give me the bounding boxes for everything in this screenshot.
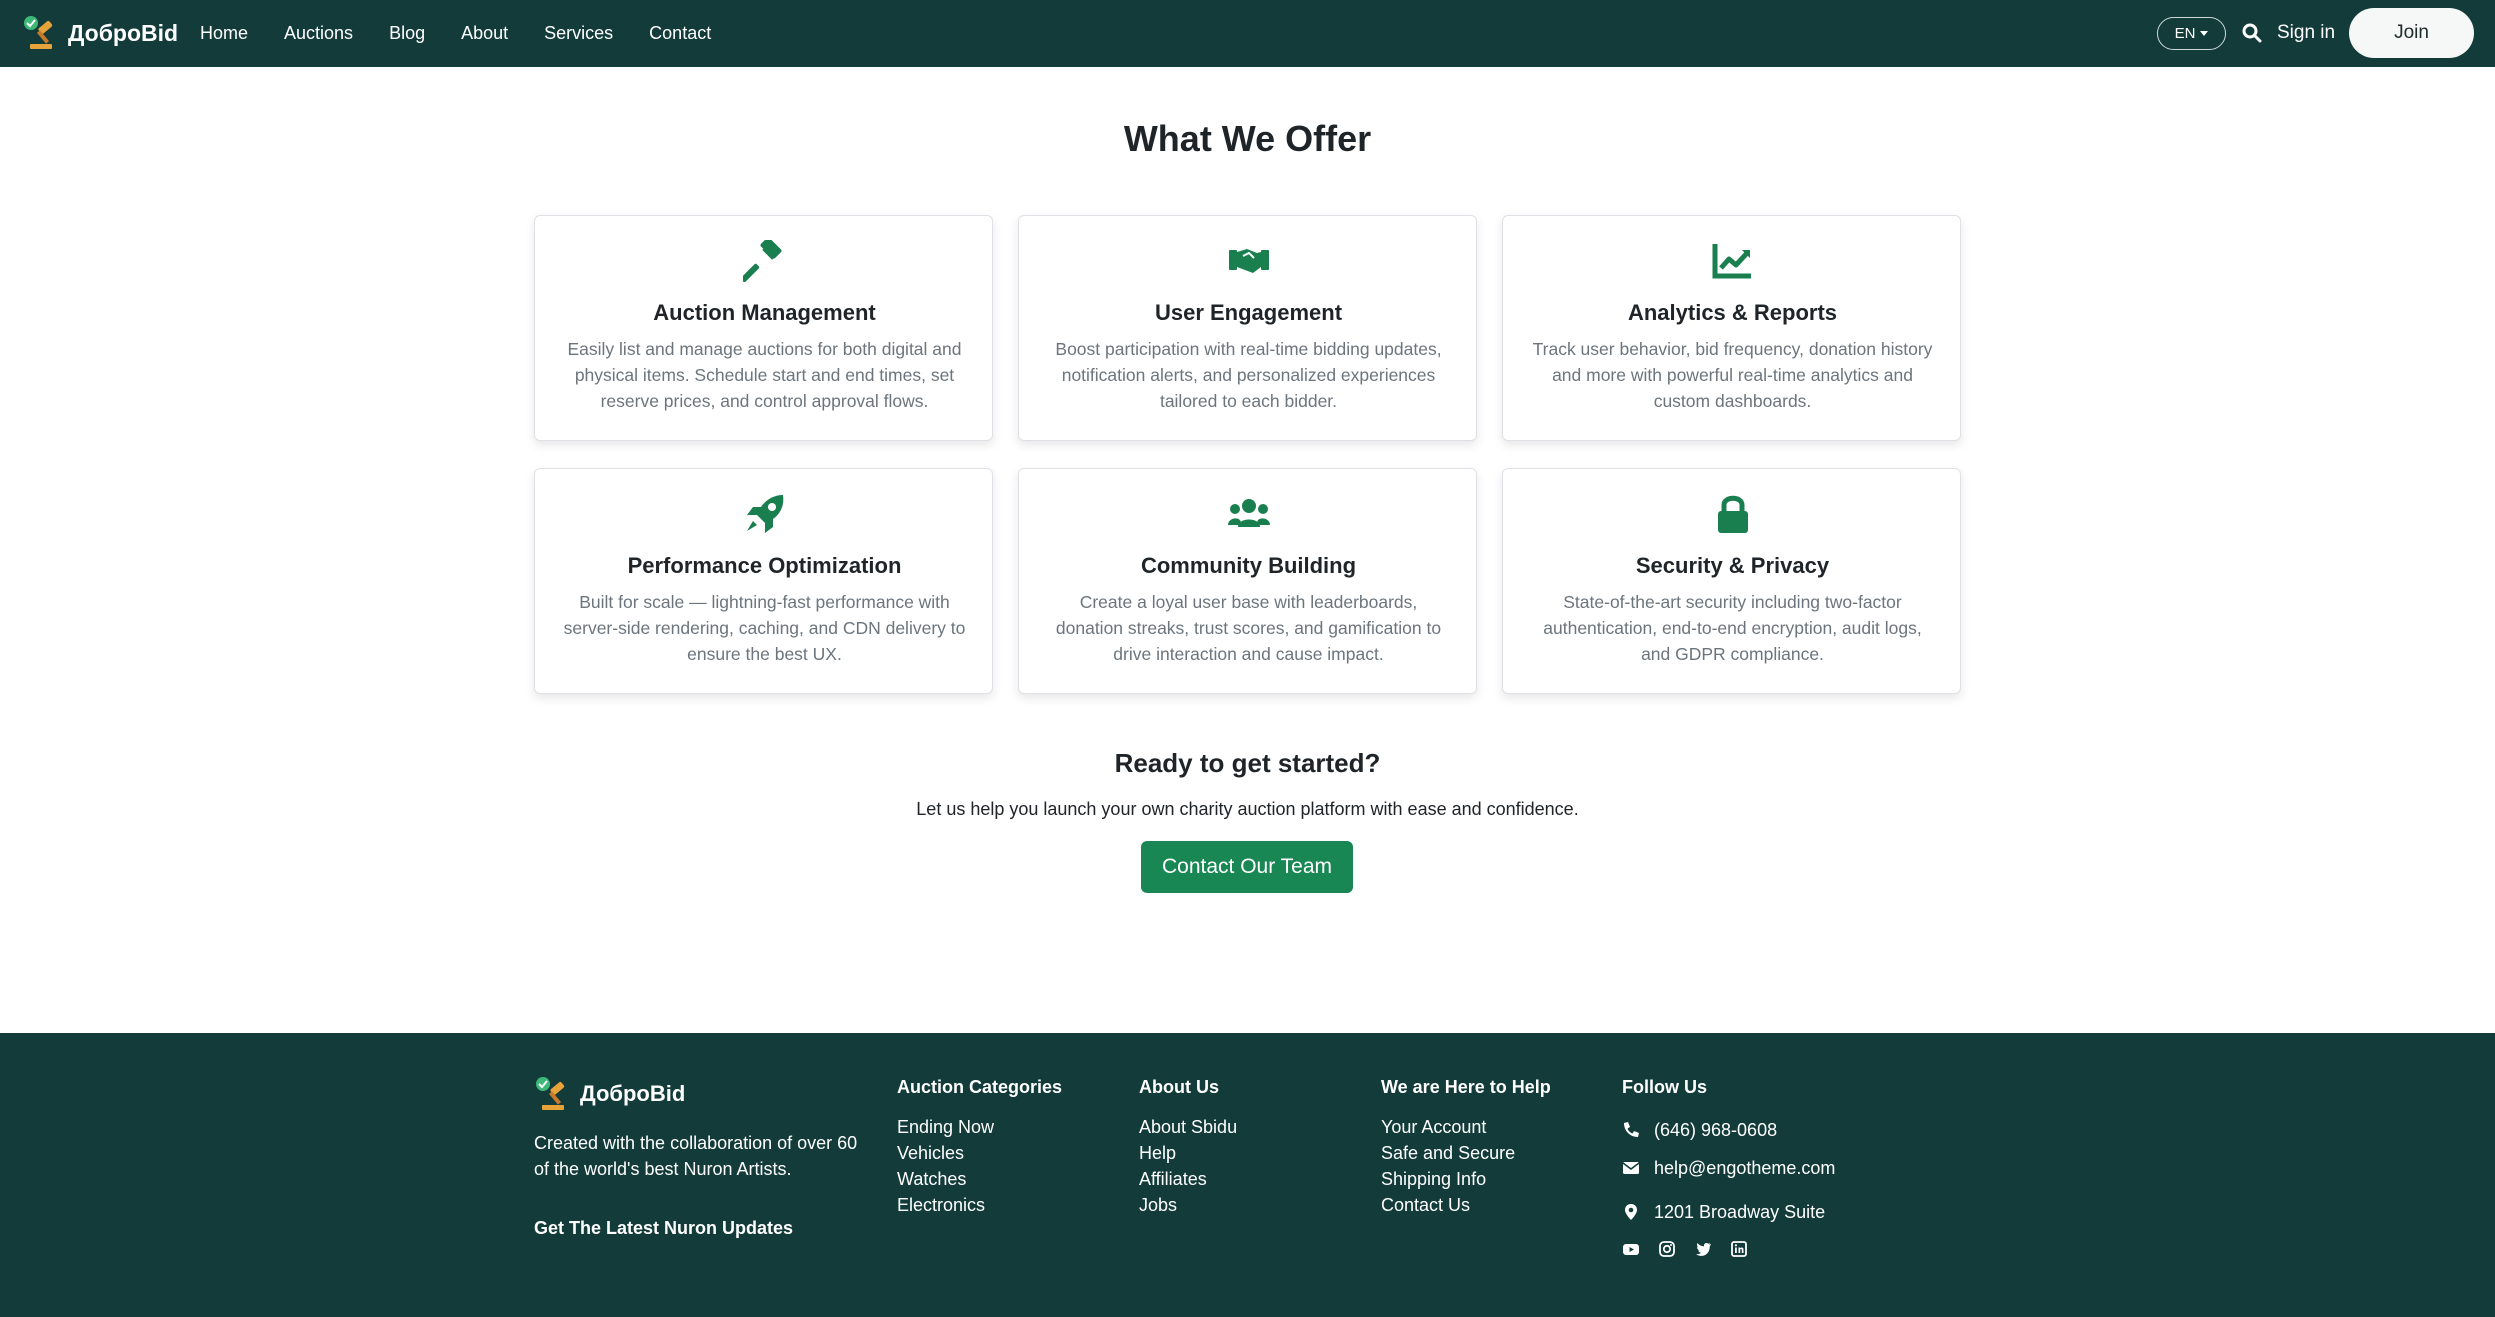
footer-follow-us: Follow Us (646) 968-0608 help@engotheme.…: [1622, 1077, 1835, 1258]
offer-card-community-building: Community Building Create a loyal user b…: [1018, 468, 1477, 694]
language-label: EN: [2174, 25, 2196, 42]
top-navbar: ДоброBid Home Auctions Blog About Servic…: [0, 0, 2495, 67]
footer-email[interactable]: help@engotheme.com: [1622, 1146, 1835, 1190]
footer-column-title: We are Here to Help: [1381, 1077, 1551, 1097]
footer-link-watches[interactable]: Watches: [897, 1166, 1062, 1192]
youtube-icon[interactable]: [1622, 1240, 1640, 1258]
nav-link-blog[interactable]: Blog: [389, 23, 425, 44]
phone-number: (646) 968-0608: [1654, 1119, 1778, 1140]
section-title: What We Offer: [1123, 118, 1372, 159]
card-title: Community Building: [1140, 553, 1357, 578]
lock-icon: [1717, 495, 1748, 533]
cta-title: Ready to get started?: [1114, 748, 1381, 778]
chart-line-icon: [1712, 244, 1751, 279]
footer-link-your-account[interactable]: Your Account: [1381, 1114, 1551, 1140]
nav-link-auctions[interactable]: Auctions: [284, 23, 353, 44]
linkedin-icon[interactable]: [1730, 1240, 1748, 1258]
site-footer: ДоброBid Created with the collaboration …: [0, 1033, 2495, 1317]
language-dropdown[interactable]: EN: [2157, 17, 2226, 50]
nav-link-about[interactable]: About: [461, 23, 508, 44]
footer-brand-name: ДоброBid: [580, 1081, 686, 1106]
footer-column-title: Follow Us: [1622, 1077, 1707, 1097]
social-links: [1622, 1240, 1835, 1258]
card-title: Performance Optimization: [627, 553, 902, 578]
offer-card-analytics-reports: Analytics & Reports Track user behavior,…: [1502, 215, 1961, 441]
footer-column-help: We are Here to Help Your Account Safe an…: [1381, 1077, 1551, 1218]
footer-link-safe-secure[interactable]: Safe and Secure: [1381, 1140, 1551, 1166]
users-icon: [1227, 499, 1270, 527]
offer-card-performance-optimization: Performance Optimization Built for scale…: [534, 468, 993, 694]
street-address: 1201 Broadway Suite: [1654, 1201, 1826, 1222]
card-description: Create a loyal user base with leaderboar…: [1055, 592, 1442, 664]
handshake-icon: [1228, 249, 1269, 273]
footer-column-auction-categories: Auction Categories Ending Now Vehicles W…: [897, 1077, 1062, 1218]
brand-logo-link[interactable]: ДоброBid: [22, 14, 178, 52]
instagram-icon[interactable]: [1658, 1240, 1676, 1258]
email-address: help@engotheme.com: [1654, 1157, 1836, 1178]
rocket-icon: [746, 495, 783, 533]
nav-link-services[interactable]: Services: [544, 23, 613, 44]
card-description: State-of-the-art security including two-…: [1543, 592, 1922, 664]
card-title: Analytics & Reports: [1627, 300, 1838, 325]
twitter-icon[interactable]: [1694, 1240, 1712, 1258]
footer-link-vehicles[interactable]: Vehicles: [897, 1140, 1062, 1166]
sign-in-link[interactable]: Sign in: [2277, 22, 2335, 44]
envelope-icon: [1622, 1162, 1640, 1174]
footer-link-shipping-info[interactable]: Shipping Info: [1381, 1166, 1551, 1192]
cta-text: Let us help you launch your own charity …: [916, 799, 1579, 819]
card-description: Built for scale — lightning-fast perform…: [563, 592, 966, 664]
footer-address: 1201 Broadway Suite: [1622, 1190, 1835, 1234]
footer-updates-heading: Get The Latest Nuron Updates: [534, 1218, 794, 1238]
join-button[interactable]: Join: [2349, 8, 2474, 58]
gavel-logo-icon: [24, 16, 53, 49]
map-pin-icon: [1625, 1204, 1637, 1220]
footer-column-title: Auction Categories: [897, 1077, 1063, 1097]
phone-icon: [1624, 1122, 1639, 1137]
footer-link-ending-now[interactable]: Ending Now: [897, 1114, 1062, 1140]
nav-link-home[interactable]: Home: [200, 23, 248, 44]
main-nav: Home Auctions Blog About Services Contac…: [200, 0, 747, 67]
footer-description: Created with the collaboration of over 6…: [534, 1133, 858, 1179]
card-title: Security & Privacy: [1635, 553, 1830, 578]
footer-brand[interactable]: ДоброBid: [534, 1075, 685, 1113]
footer-link-contact-us[interactable]: Contact Us: [1381, 1192, 1551, 1218]
footer-link-jobs[interactable]: Jobs: [1139, 1192, 1237, 1218]
footer-link-affiliates[interactable]: Affiliates: [1139, 1166, 1237, 1192]
search-icon[interactable]: [2242, 23, 2262, 43]
contact-team-button[interactable]: Contact Our Team: [1141, 841, 1353, 893]
nav-link-contact[interactable]: Contact: [649, 23, 711, 44]
offer-card-user-engagement: User Engagement Boost participation with…: [1018, 215, 1477, 441]
card-description: Boost participation with real-time biddi…: [1055, 339, 1442, 411]
footer-link-about-sbidu[interactable]: About Sbidu: [1139, 1114, 1237, 1140]
card-description: Track user behavior, bid frequency, dona…: [1532, 339, 1933, 411]
offer-card-auction-management: Auction Management Easily list and manag…: [534, 215, 993, 441]
footer-column-about-us: About Us About Sbidu Help Affiliates Job…: [1139, 1077, 1237, 1218]
card-title: Auction Management: [653, 300, 876, 325]
card-description: Easily list and manage auctions for both…: [567, 339, 962, 411]
footer-phone[interactable]: (646) 968-0608: [1622, 1114, 1835, 1146]
caret-down-icon: [2200, 31, 2209, 36]
footer-link-help[interactable]: Help: [1139, 1140, 1237, 1166]
gavel-icon: [742, 240, 781, 282]
card-title: User Engagement: [1154, 300, 1343, 325]
footer-link-electronics[interactable]: Electronics: [897, 1192, 1062, 1218]
footer-column-title: About Us: [1139, 1077, 1219, 1097]
gavel-logo-icon: [536, 1077, 565, 1110]
offer-card-security-privacy: Security & Privacy State-of-the-art secu…: [1502, 468, 1961, 694]
brand-name: ДоброBid: [68, 19, 179, 46]
